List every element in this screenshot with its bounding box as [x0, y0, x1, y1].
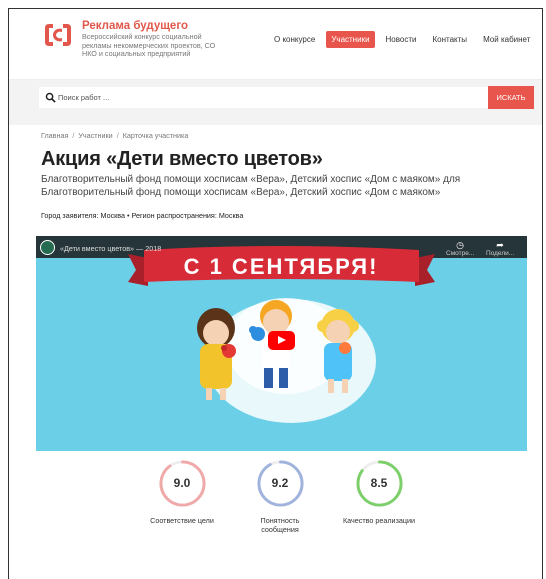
breadcrumb-separator: /	[116, 131, 119, 140]
score-value: 9.0	[173, 476, 191, 490]
search-box	[39, 87, 489, 108]
page-title: Акция «Дети вместо цветов»	[41, 148, 323, 170]
brand-subtitle: Всероссийский конкурс социальной рекламы…	[82, 32, 216, 58]
breadcrumb-home[interactable]: Главная	[41, 131, 68, 140]
search-bar: ИСКАТЬ	[9, 80, 542, 125]
share-label: Подели...	[486, 250, 515, 257]
channel-avatar[interactable]	[40, 240, 55, 255]
nav-item-news[interactable]: Новости	[381, 31, 422, 48]
video-banner-text: С 1 СЕНТЯБРЯ!	[184, 254, 379, 279]
nav-item-participants[interactable]: Участники	[326, 31, 375, 48]
score-label: Понятность сообщения	[260, 516, 300, 534]
breadcrumb-participants[interactable]: Участники	[78, 131, 112, 140]
score-quality: 8.5 Качество реализации	[339, 459, 419, 525]
participant-meta: Город заявителя: Москва • Регион распрос…	[41, 211, 244, 220]
nav-item-contacts[interactable]: Контакты	[428, 31, 473, 48]
breadcrumb: Главная / Участники / Карточка участника	[41, 131, 188, 140]
logo-icon[interactable]	[43, 20, 73, 50]
score-value: 8.5	[370, 476, 388, 490]
watch-later-label: Смотре...	[446, 250, 475, 257]
breadcrumb-separator: /	[72, 131, 75, 140]
page-frame: Реклама будущего Всероссийский конкурс с…	[8, 8, 543, 579]
breadcrumb-current: Карточка участника	[122, 131, 189, 140]
search-button[interactable]: ИСКАТЬ	[488, 86, 534, 109]
score-label: Соответствие цели	[150, 516, 214, 525]
site-header: Реклама будущего Всероссийский конкурс с…	[9, 9, 542, 80]
watch-later-button[interactable]: ◷ Смотре...	[446, 240, 474, 257]
brand-title[interactable]: Реклама будущего	[82, 20, 188, 32]
play-button[interactable]	[268, 331, 295, 350]
nav-item-about[interactable]: О конкурсе	[269, 31, 320, 48]
share-icon: ➦	[496, 240, 504, 250]
score-value: 9.2	[271, 476, 289, 490]
score-clarity: 9.2 Понятность сообщения	[240, 459, 320, 534]
share-button[interactable]: ➦ Подели...	[486, 240, 514, 257]
page-subtitle: Благотворительный фонд помощи хосписам «…	[41, 174, 461, 198]
nav-item-cabinet[interactable]: Мой кабинет	[478, 31, 535, 48]
score-label: Качество реализации	[342, 516, 416, 525]
main-nav: О конкурсе Участники Новости Контакты Мо…	[269, 31, 541, 48]
video-title[interactable]: «Дети вместо цветов» — 2018	[60, 244, 161, 253]
video-player[interactable]: С 1 СЕНТЯБРЯ! «Дети вместо цветов» — 201…	[36, 236, 527, 451]
search-icon	[45, 92, 56, 103]
search-input[interactable]	[58, 87, 478, 108]
score-goal-fit: 9.0 Соответствие цели	[142, 459, 222, 525]
clock-icon: ◷	[456, 240, 464, 250]
